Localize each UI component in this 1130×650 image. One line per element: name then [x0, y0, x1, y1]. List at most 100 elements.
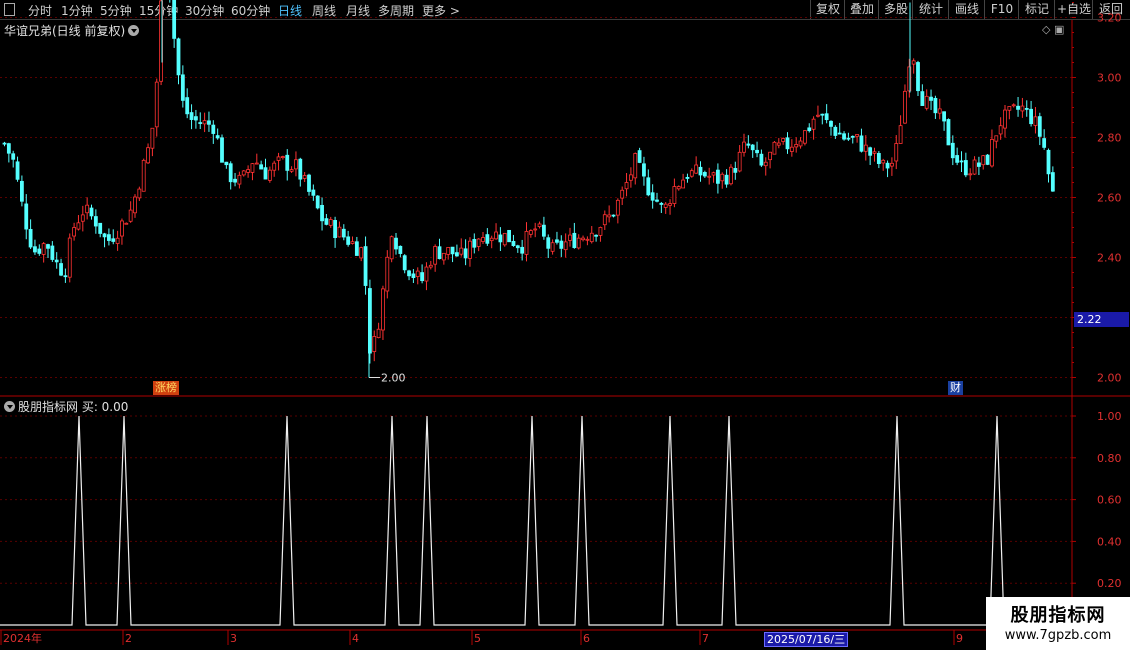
candle	[224, 161, 229, 169]
chevron-down-icon[interactable]	[128, 25, 140, 36]
candle	[694, 156, 699, 174]
chevron-down-icon[interactable]	[4, 401, 15, 412]
candle	[829, 120, 833, 136]
candle-body	[585, 238, 590, 241]
candle-body	[41, 243, 46, 255]
candle	[937, 98, 942, 120]
candle-body	[241, 170, 246, 176]
candle	[80, 205, 85, 232]
candle	[1050, 166, 1055, 192]
candle	[946, 118, 951, 146]
candle	[485, 228, 490, 246]
price-tick-label: 3.00	[1097, 72, 1122, 85]
candle-body	[237, 174, 242, 185]
candle	[942, 111, 946, 131]
candle-body	[1037, 116, 1042, 137]
candle	[211, 120, 216, 144]
candle-body	[263, 167, 268, 180]
indicator-title[interactable]: 股朋指标网 买: 0.00	[4, 398, 128, 415]
candle-body	[468, 240, 472, 259]
candle	[1020, 97, 1025, 118]
candle-body	[141, 159, 146, 192]
candle	[328, 216, 333, 228]
candle-body	[716, 169, 720, 184]
candle-body	[80, 214, 85, 222]
candle	[711, 171, 716, 183]
candle	[772, 141, 777, 155]
candle-body	[494, 231, 498, 240]
candle-body	[146, 147, 150, 164]
candle-body	[946, 119, 951, 146]
candle-body	[1029, 108, 1033, 125]
candle	[128, 201, 133, 223]
candle	[11, 150, 16, 168]
candle	[481, 232, 485, 245]
candle-body	[998, 125, 1003, 135]
candle	[298, 157, 303, 187]
candle	[341, 224, 346, 241]
chart-canvas[interactable]: 3.403.203.002.802.602.402.202.001.000.80…	[0, 0, 1130, 650]
candle-body	[1003, 109, 1007, 129]
candle	[172, 0, 177, 48]
candle	[98, 222, 103, 238]
candle-body	[1024, 108, 1029, 110]
candle	[411, 269, 416, 284]
candle-body	[563, 241, 568, 251]
candle	[76, 215, 81, 231]
candle-body	[798, 140, 803, 147]
candle	[1011, 103, 1016, 108]
chart-corner-icons[interactable]: ◇ ▣	[1042, 23, 1064, 36]
candle	[550, 239, 555, 255]
candle	[46, 243, 50, 259]
candle	[537, 221, 542, 229]
candle-body	[820, 113, 825, 116]
flag-finance[interactable]: 财	[948, 381, 963, 395]
candle	[798, 137, 803, 149]
candle-body	[215, 135, 220, 139]
x-tick-label: 3	[230, 632, 237, 645]
candle	[402, 254, 407, 274]
candle-body	[520, 246, 525, 254]
candle-body	[189, 112, 194, 120]
candle	[859, 128, 864, 153]
candle	[746, 135, 751, 149]
candle	[302, 171, 307, 182]
candle	[333, 216, 338, 248]
candle-body	[924, 95, 929, 109]
candle	[389, 235, 394, 263]
candle-body	[724, 174, 729, 185]
candle	[833, 125, 838, 139]
indicator-tick-label: 1.00	[1097, 410, 1122, 423]
candle	[572, 222, 577, 249]
candle	[707, 167, 712, 185]
candle-body	[881, 159, 886, 164]
candle	[950, 135, 955, 166]
candle-body	[581, 237, 585, 241]
candle-body	[898, 125, 903, 144]
candle	[589, 226, 594, 244]
candle	[924, 89, 929, 111]
candle-body	[102, 233, 107, 238]
candle	[320, 197, 324, 231]
candle	[459, 238, 464, 257]
chart-title[interactable]: 华谊兄弟(日线 前复权)	[4, 22, 140, 39]
candle-body	[485, 234, 490, 244]
candle-body	[681, 179, 685, 189]
candle-body	[755, 149, 759, 154]
candle-body	[598, 227, 603, 236]
candle-body	[350, 241, 355, 244]
candle	[41, 242, 46, 263]
candle	[385, 250, 390, 299]
candle	[72, 222, 76, 241]
candle-body	[955, 155, 960, 163]
candle	[807, 123, 812, 133]
candle-body	[359, 247, 364, 259]
candle-body	[433, 246, 438, 265]
candle	[990, 129, 994, 168]
candle-body	[372, 336, 377, 352]
candle-body	[315, 195, 320, 209]
candle	[315, 195, 320, 210]
candle-body	[63, 275, 68, 278]
flag-zhangbang[interactable]: 涨榜	[153, 381, 179, 395]
grid-lines	[0, 17, 1072, 584]
